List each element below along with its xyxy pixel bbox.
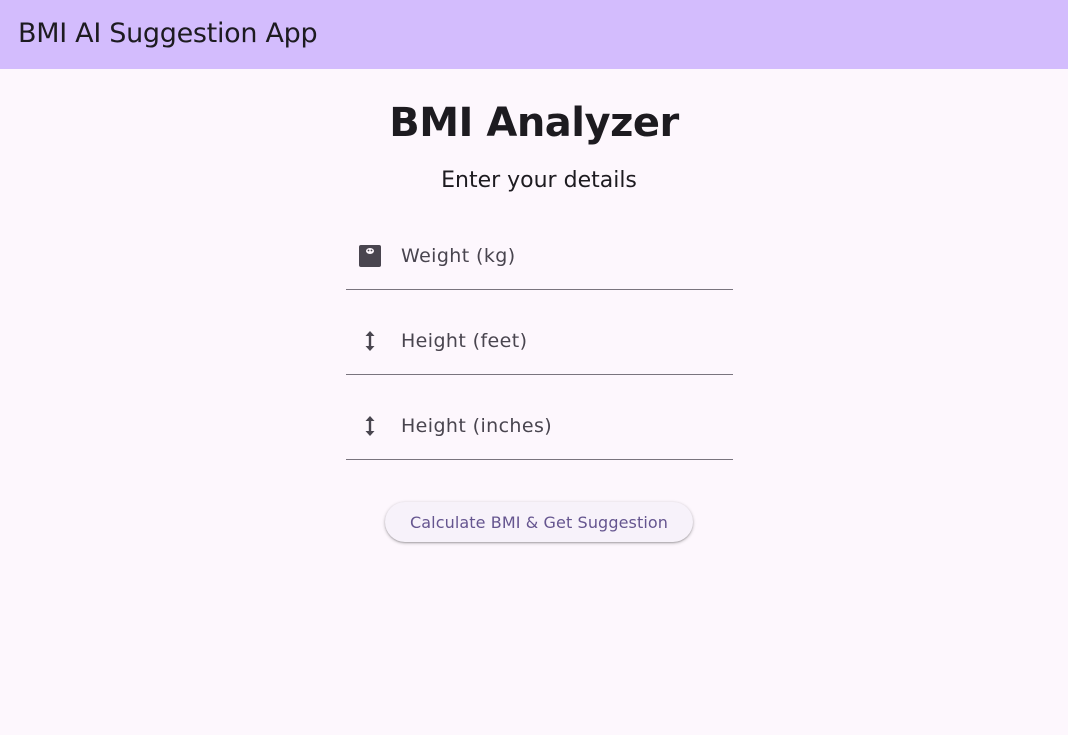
height-icon — [358, 414, 382, 438]
height-inches-field[interactable] — [346, 396, 733, 460]
main-content: BMI Analyzer Enter your details C — [0, 69, 1068, 735]
height-icon — [358, 329, 382, 353]
height-inches-input[interactable] — [401, 410, 721, 442]
height-feet-field[interactable] — [346, 311, 733, 375]
scale-icon — [358, 244, 382, 268]
page-title: BMI Analyzer — [389, 100, 679, 146]
page-subtitle: Enter your details — [441, 168, 637, 193]
weight-input[interactable] — [401, 240, 721, 272]
app-bar: BMI AI Suggestion App — [0, 0, 1068, 69]
weight-field[interactable] — [346, 226, 733, 290]
height-feet-input[interactable] — [401, 325, 721, 357]
app-title: BMI AI Suggestion App — [18, 18, 318, 49]
calculate-button[interactable]: Calculate BMI & Get Suggestion — [385, 502, 693, 542]
